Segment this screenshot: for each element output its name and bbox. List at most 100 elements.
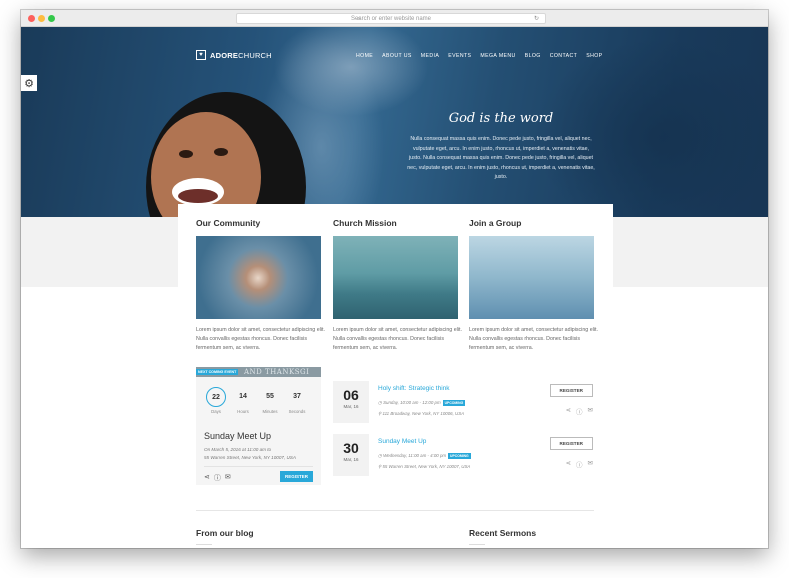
logo-light-text: CHURCH: [238, 50, 272, 60]
logo-bold-text: ADORE: [210, 50, 239, 60]
event-list-item: 30 Mar, 16 Sunday Meet Up ◷ Wednesday, 1…: [333, 434, 598, 476]
nav-home[interactable]: HOME: [356, 53, 373, 59]
next-event-banner: AND THANKSGI NEXT COMING EVENT: [196, 367, 321, 377]
nav-contact[interactable]: CONTACT: [550, 53, 578, 59]
hero-title: God is the word: [448, 111, 554, 126]
site-logo[interactable]: ♥ ADORE CHURCH: [196, 50, 272, 60]
event-time: Sunday, 10:00 am - 12:00 pm: [383, 400, 441, 405]
banner-text: AND THANKSGI: [244, 368, 310, 376]
event-title[interactable]: Sunday Meet Up: [378, 438, 426, 445]
event-address: 55 Warren Street, New York, NY 10007, US…: [382, 464, 471, 469]
upcoming-badge: UPCOMING: [448, 452, 471, 459]
event-day: 30: [343, 440, 359, 456]
event-date: 06 Mar, 16: [333, 381, 369, 423]
column-title-group: Join a Group: [469, 218, 522, 228]
countdown-seconds-value: 37: [293, 393, 301, 400]
next-event-widget: AND THANKSGI NEXT COMING EVENT 22 Days 1…: [196, 367, 321, 485]
nav-mega-menu[interactable]: MEGA MENU: [480, 53, 515, 59]
countdown-hours: 14 Hours: [231, 387, 255, 414]
upcoming-badge: UPCOMING: [442, 399, 466, 406]
location-pin-icon: ⚲: [378, 411, 382, 416]
location-pin-icon: ⚲: [378, 464, 382, 469]
share-icon[interactable]: ⋖: [204, 473, 210, 483]
divider: [204, 466, 313, 467]
next-event-register-button[interactable]: REGISTER: [279, 471, 313, 482]
event-share-icons: ⋖ ⓘ ✉: [566, 459, 593, 469]
sermons-title-underline: [469, 544, 485, 545]
community-text: Lorem ipsum dolor sit amet, consectetur …: [196, 327, 325, 351]
countdown-seconds-label: Seconds: [288, 409, 306, 414]
event-time: Wednesday, 11:00 am - 4:00 pm: [383, 453, 447, 458]
event-month: Mar, 16: [343, 457, 359, 462]
settings-gear-icon[interactable]: ⚙: [21, 75, 37, 91]
event-meta: ◷ Sunday, 10:00 am - 12:00 pm UPCOMING ⚲ …: [378, 397, 466, 419]
mission-image[interactable]: [333, 236, 458, 319]
info-icon[interactable]: ⓘ: [576, 459, 583, 469]
minimize-window-button[interactable]: [38, 15, 45, 22]
clock-icon: ◷: [378, 400, 382, 405]
group-image[interactable]: [469, 236, 594, 319]
nav-media[interactable]: MEDIA: [421, 53, 439, 59]
nav-about-us[interactable]: ABOUT US: [382, 53, 412, 59]
event-register-button[interactable]: REGISTER: [549, 437, 593, 450]
next-event-where: 55 Warren Street, New York, NY 10007, US…: [204, 454, 296, 460]
close-window-button[interactable]: [28, 15, 35, 22]
event-day: 06: [343, 387, 359, 403]
share-icon[interactable]: ⋖: [566, 459, 571, 469]
event-share-icons: ⋖ ⓘ ✉: [566, 406, 593, 416]
next-event-name[interactable]: Sunday Meet Up: [204, 431, 271, 441]
countdown-days: 22 Days: [204, 387, 228, 414]
hero-text: Nulla consequat massa quis enim. Donec p…: [407, 136, 595, 180]
content-card: Our Community Church Mission Join a Grou…: [178, 204, 613, 548]
logo-icon: ♥: [196, 50, 206, 60]
event-month: Mar, 16: [343, 404, 359, 409]
next-event-tag: NEXT COMING EVENT: [196, 369, 239, 375]
sermons-section-title: Recent Sermons: [469, 528, 537, 538]
countdown-seconds: 37 Seconds: [285, 387, 309, 414]
nav-shop[interactable]: SHOP: [586, 53, 602, 59]
hero-woman-image: [146, 92, 306, 217]
blog-section-title: From our blog: [196, 528, 254, 538]
main-nav: HOME ABOUT US MEDIA EVENTS MEGA MENU BLO…: [356, 53, 603, 59]
countdown-minutes: 55 Minutes: [258, 387, 282, 414]
clock-icon: ◷: [378, 453, 382, 458]
event-meta: ◷ Wednesday, 11:00 am - 4:00 pm UPCOMING …: [378, 450, 471, 472]
countdown-hours-label: Hours: [237, 409, 249, 414]
browser-titlebar: ⌕ Search or enter website name ↻: [21, 10, 768, 27]
nav-events[interactable]: EVENTS: [448, 53, 471, 59]
maximize-window-button[interactable]: [48, 15, 55, 22]
browser-window: ⌕ Search or enter website name ↻ ♥ ADORE…: [21, 10, 768, 548]
column-title-community: Our Community: [196, 218, 261, 228]
reload-icon[interactable]: ↻: [534, 14, 539, 24]
info-icon[interactable]: ⓘ: [576, 406, 583, 416]
event-date: 30 Mar, 16: [333, 434, 369, 476]
email-icon[interactable]: ✉: [225, 473, 231, 483]
email-icon[interactable]: ✉: [588, 459, 593, 469]
address-bar[interactable]: ⌕ Search or enter website name ↻: [236, 13, 546, 24]
info-icon[interactable]: ⓘ: [214, 473, 221, 483]
mission-text: Lorem ipsum dolor sit amet, consectetur …: [333, 327, 462, 351]
countdown-days-label: Days: [211, 409, 221, 414]
group-text: Lorem ipsum dolor sit amet, consectetur …: [469, 327, 598, 351]
share-icon[interactable]: ⋖: [566, 406, 571, 416]
next-event-meta: On March 5, 2016 at 11:00 am to 55 Warre…: [204, 446, 296, 461]
countdown-days-value: 22: [212, 393, 220, 401]
section-divider: [196, 510, 594, 511]
community-image[interactable]: [196, 236, 321, 319]
column-title-mission: Church Mission: [333, 218, 397, 228]
countdown-minutes-label: Minutes: [262, 409, 278, 414]
event-title[interactable]: Holy shift: Strategic think: [378, 385, 450, 392]
search-icon: ⌕: [357, 16, 361, 22]
hero-banner: ♥ ADORE CHURCH HOME ABOUT US MEDIA EVENT…: [21, 27, 768, 217]
address-placeholder: Search or enter website name: [350, 16, 432, 22]
countdown-minutes-value: 55: [266, 393, 274, 400]
next-event-when: On March 5, 2016 at 11:00 am to: [204, 447, 272, 452]
blog-title-underline: [196, 544, 212, 545]
email-icon[interactable]: ✉: [588, 406, 593, 416]
event-address: 111 Broadway, New York, NY 10006, USA: [382, 411, 465, 416]
event-list-item: 06 Mar, 16 Holy shift: Strategic think ◷…: [333, 381, 598, 423]
countdown-hours-value: 14: [239, 393, 247, 400]
next-event-share-icons: ⋖ ⓘ ✉: [204, 473, 231, 483]
nav-blog[interactable]: BLOG: [525, 53, 541, 59]
event-register-button[interactable]: REGISTER: [549, 384, 593, 397]
